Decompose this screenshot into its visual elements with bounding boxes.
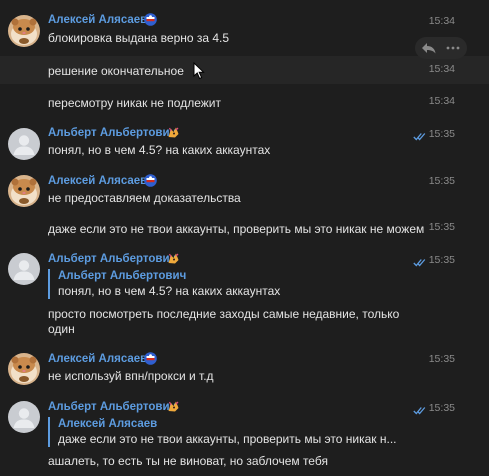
message-time: 15:34 <box>428 15 455 27</box>
message-time: 15:35 <box>428 175 455 187</box>
message-text: пересмотру никак не подлежит <box>48 96 221 110</box>
message-group[interactable]: Альберт Альбертович Алексей Алясаев даже… <box>0 394 489 476</box>
message-time: 15:35 <box>428 254 455 266</box>
message-text: ашалеть, то есть ты не виноват, но забло… <box>48 454 328 468</box>
avatar[interactable] <box>8 253 40 285</box>
quote-author: Альберт Альбертович <box>58 270 187 282</box>
reply-quote[interactable]: Альберт Альбертович понял, но в чем 4.5?… <box>48 269 280 299</box>
more-icon[interactable] <box>445 41 461 55</box>
dragon-badge-icon <box>167 252 180 265</box>
message-row[interactable]: решение окончательное 15:34 <box>0 56 489 84</box>
message-text: блокировка выдана верно за 4.5 <box>48 31 230 45</box>
flag-badge-icon <box>144 352 157 365</box>
message-text: один <box>48 322 75 336</box>
avatar[interactable] <box>8 401 40 433</box>
dragon-badge-icon <box>167 400 180 413</box>
message-time: 15:35 <box>428 128 455 140</box>
quote-text: понял, но в чем 4.5? на каких аккаунтах <box>58 284 281 298</box>
chat-history: Алексей Алясаев блокировка выдана верно … <box>0 0 489 476</box>
sender-name[interactable]: Алексей Алясаев <box>48 14 147 26</box>
mouse-cursor-icon <box>193 61 205 80</box>
message-text: понял, но в чем 4.5? на каких аккаунтах <box>48 143 271 157</box>
message-text: даже если это не твои аккаунты, проверит… <box>48 222 425 236</box>
message-group[interactable]: Алексей Алясаев не используй впн/прокси … <box>0 346 489 392</box>
message-text: просто посмотреть последние заходы самые… <box>48 307 400 321</box>
double-check-icon <box>413 256 427 265</box>
message-actions <box>415 37 467 59</box>
reply-icon[interactable] <box>421 41 437 55</box>
flag-badge-icon <box>144 174 157 187</box>
message-time: 15:34 <box>428 95 455 107</box>
message-text: решение окончательное <box>48 64 184 78</box>
sender-name[interactable]: Альберт Альбертович <box>48 127 176 139</box>
message-group[interactable]: Альберт Альбертович понял, но в чем 4.5?… <box>0 120 489 166</box>
dragon-badge-icon <box>167 126 180 139</box>
sender-name[interactable]: Алексей Алясаев <box>48 353 147 365</box>
avatar[interactable] <box>8 353 40 385</box>
flag-badge-icon <box>144 13 157 26</box>
reply-quote[interactable]: Алексей Алясаев даже если это не твои ак… <box>48 417 397 447</box>
sender-name[interactable]: Альберт Альбертович <box>48 253 176 265</box>
message-time: 15:35 <box>428 221 455 233</box>
double-check-icon <box>413 130 427 139</box>
sender-name[interactable]: Алексей Алясаев <box>48 175 147 187</box>
avatar[interactable] <box>8 175 40 207</box>
quote-author: Алексей Алясаев <box>58 418 158 430</box>
avatar[interactable] <box>8 15 40 47</box>
message-group[interactable]: Алексей Алясаев не предоставляем доказат… <box>0 168 489 214</box>
message-row[interactable]: пересмотру никак не подлежит 15:34 <box>0 88 489 114</box>
message-row[interactable]: даже если это не твои аккаунты, проверит… <box>0 216 489 242</box>
quote-text: даже если это не твои аккаунты, проверит… <box>58 432 397 446</box>
sender-name[interactable]: Альберт Альбертович <box>48 401 176 413</box>
message-text: не предоставляем доказательства <box>48 191 241 205</box>
message-time: 15:34 <box>428 63 455 75</box>
message-text: не используй впн/прокси и т.д <box>48 369 214 383</box>
message-group[interactable]: Альберт Альбертович Альберт Альбертович … <box>0 246 489 338</box>
double-check-icon <box>413 404 427 413</box>
message-time: 15:35 <box>428 402 455 414</box>
message-time: 15:35 <box>428 353 455 365</box>
avatar[interactable] <box>8 128 40 160</box>
